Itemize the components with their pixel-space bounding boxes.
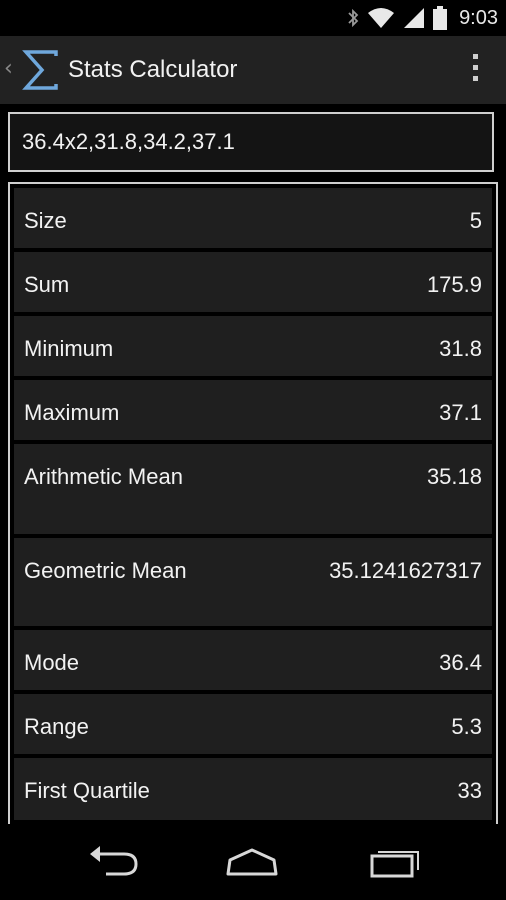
result-row-range: Range 5.3 — [14, 694, 492, 754]
data-input[interactable] — [22, 114, 482, 170]
overflow-menu-icon[interactable] — [468, 54, 482, 88]
status-icons: 9:03 — [347, 4, 498, 32]
result-row-geometric-mean: Geometric Mean 35.1241627317 — [14, 538, 492, 626]
bluetooth-icon — [348, 8, 359, 28]
result-value: 35.1241627317 — [329, 558, 482, 583]
result-label: Size — [24, 208, 67, 233]
app-title: Stats Calculator — [68, 56, 238, 83]
back-icon[interactable] — [84, 840, 144, 884]
result-value: 5.3 — [451, 714, 482, 739]
recent-apps-icon[interactable] — [364, 840, 424, 884]
result-label: Sum — [24, 272, 70, 297]
result-label: Maximum — [24, 400, 120, 425]
status-bar: 9:03 — [0, 0, 506, 36]
result-label: Geometric Mean — [24, 558, 187, 583]
result-label: Minimum — [24, 336, 114, 361]
result-row-maximum: Maximum 37.1 — [14, 380, 492, 440]
result-value: 35.18 — [426, 464, 482, 489]
navigation-bar — [0, 824, 506, 900]
wifi-icon — [368, 8, 395, 28]
sigma-icon[interactable] — [22, 48, 60, 92]
status-time: 9:03 — [459, 6, 498, 29]
result-value: 36.4 — [439, 650, 482, 675]
results-list: Size 5 Sum 175.9 Minimum 31.8 Maximum 37… — [8, 182, 498, 826]
signal-icon — [404, 8, 425, 28]
battery-icon — [433, 6, 448, 30]
result-row-minimum: Minimum 31.8 — [14, 316, 492, 376]
main-content: Size 5 Sum 175.9 Minimum 31.8 Maximum 37… — [0, 104, 506, 826]
result-row-first-quartile: First Quartile 33 — [14, 758, 492, 820]
result-label: Range — [24, 714, 89, 739]
result-label: First Quartile — [24, 778, 150, 803]
home-icon[interactable] — [222, 840, 282, 884]
result-row-size: Size 5 — [14, 188, 492, 248]
action-bar: ‹ Stats Calculator — [0, 36, 506, 104]
result-value: 33 — [457, 778, 482, 803]
data-input-box — [8, 112, 494, 172]
result-row-mode: Mode 36.4 — [14, 630, 492, 690]
result-value: 31.8 — [439, 336, 482, 361]
result-row-arithmetic-mean: Arithmetic Mean 35.18 — [14, 444, 492, 534]
up-caret-icon[interactable]: ‹ — [4, 56, 13, 81]
result-label: Mode — [24, 650, 80, 675]
result-label: Arithmetic Mean — [24, 464, 183, 489]
result-value: 175.9 — [426, 272, 482, 297]
result-value: 37.1 — [439, 400, 482, 425]
result-row-sum: Sum 175.9 — [14, 252, 492, 312]
result-value: 5 — [469, 208, 482, 233]
